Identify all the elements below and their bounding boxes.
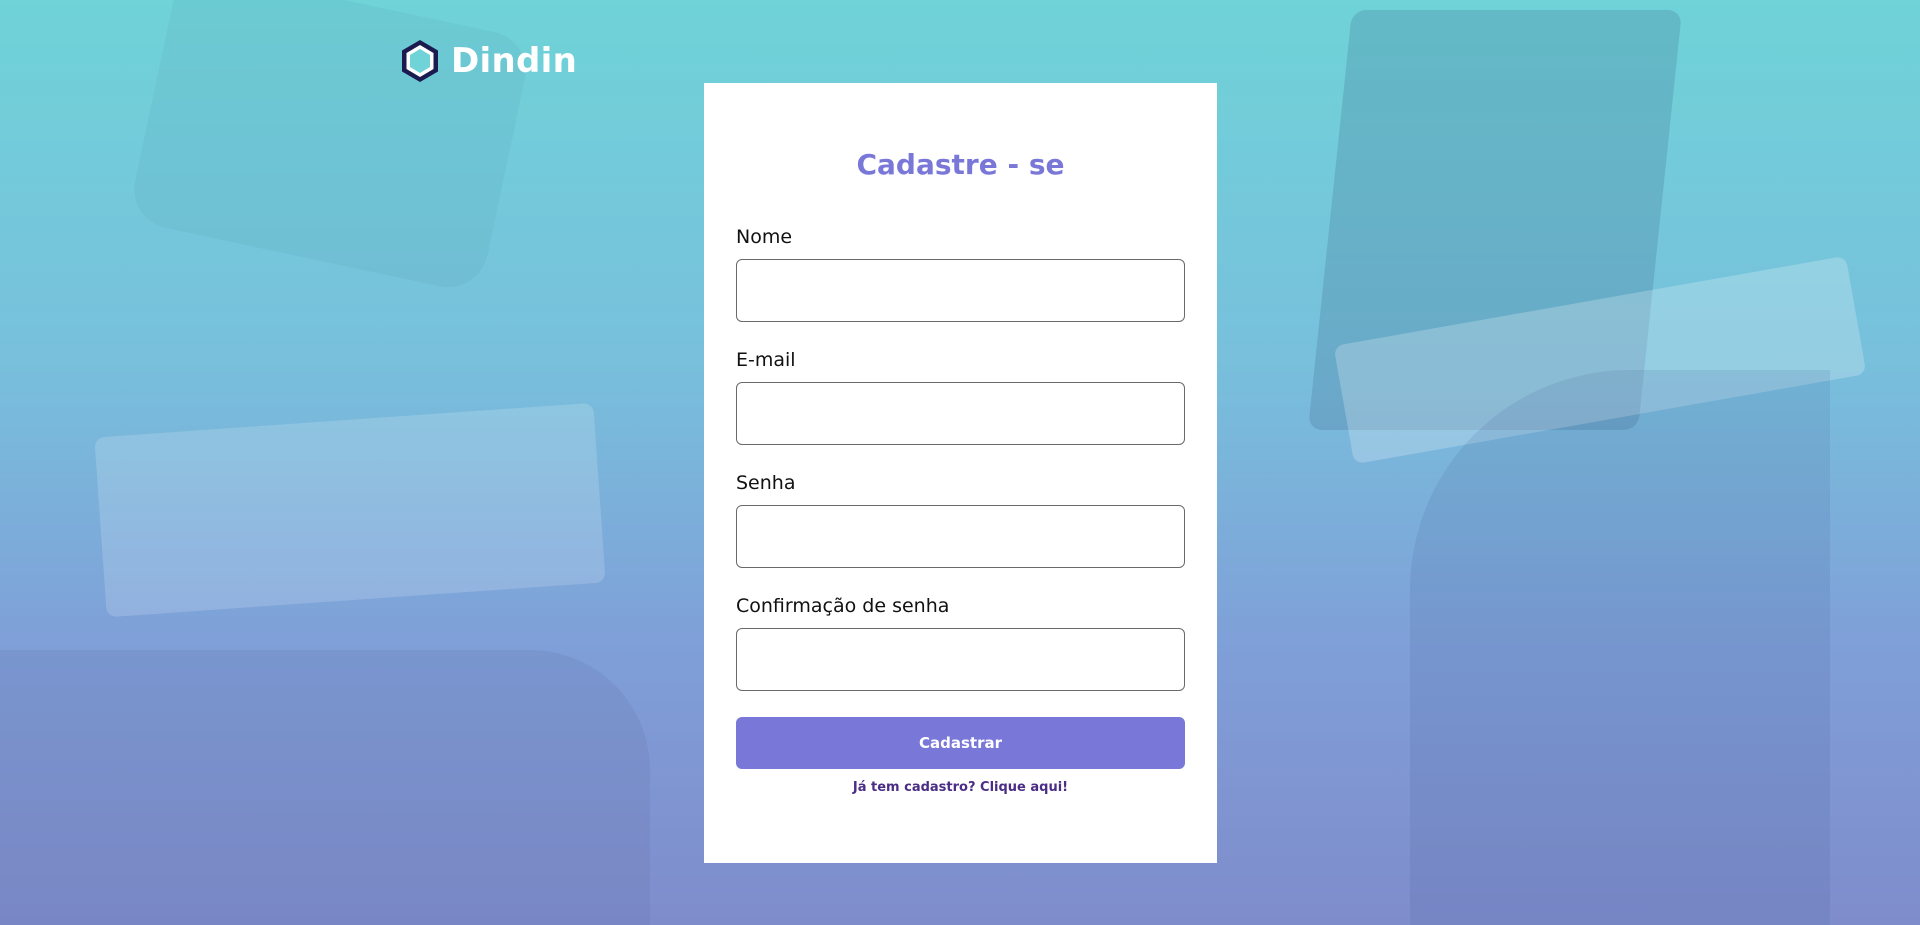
background-shape bbox=[94, 402, 606, 618]
name-input[interactable] bbox=[736, 259, 1185, 322]
email-label: E-mail bbox=[736, 349, 796, 371]
brand-name: Dindin bbox=[451, 41, 578, 81]
name-field-group: Nome bbox=[736, 225, 1185, 322]
password-confirm-input[interactable] bbox=[736, 628, 1185, 691]
brand-logo: Dindin bbox=[399, 38, 577, 84]
email-field-group: E-mail bbox=[736, 348, 1185, 445]
name-label: Nome bbox=[736, 226, 793, 248]
password-label: Senha bbox=[736, 472, 796, 494]
signup-card: Cadastre - se Nome E-mail Senha Confirma… bbox=[704, 83, 1217, 863]
background-shape bbox=[0, 650, 650, 925]
email-input[interactable] bbox=[736, 382, 1185, 445]
password-field-group: Senha bbox=[736, 471, 1185, 568]
page-title: Cadastre - se bbox=[856, 148, 1065, 181]
hexagon-logo-icon bbox=[402, 40, 438, 82]
password-confirm-label: Confirmação de senha bbox=[736, 595, 950, 617]
password-input[interactable] bbox=[736, 505, 1185, 568]
register-button[interactable]: Cadastrar bbox=[736, 717, 1185, 769]
background-shape bbox=[1410, 370, 1830, 925]
login-link[interactable]: Já tem cadastro? Clique aqui! bbox=[736, 780, 1185, 795]
password-confirm-field-group: Confirmação de senha bbox=[736, 594, 1185, 691]
